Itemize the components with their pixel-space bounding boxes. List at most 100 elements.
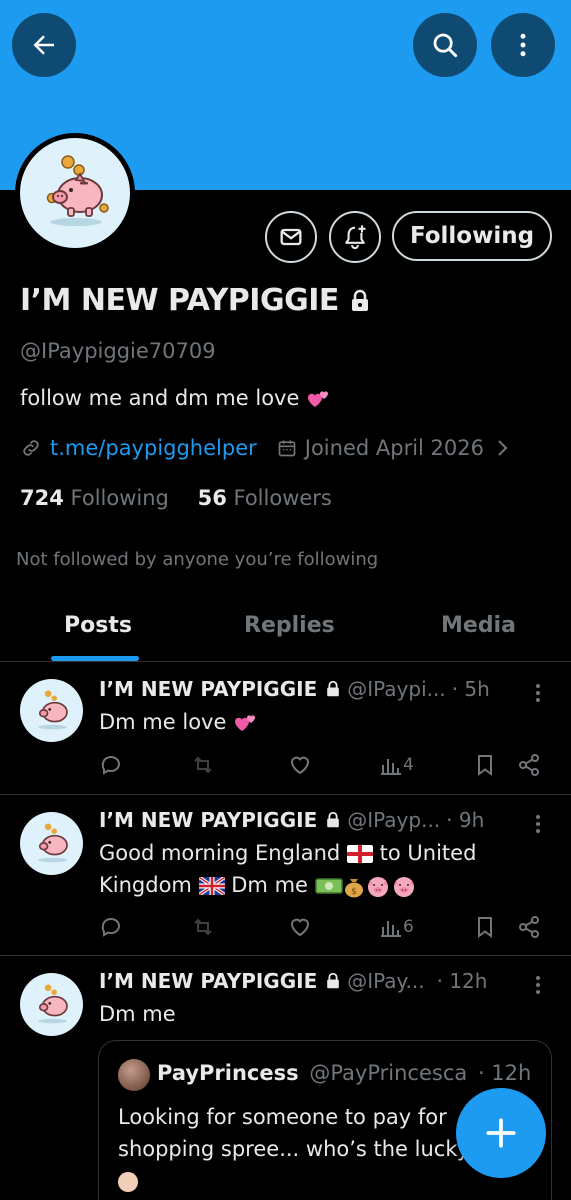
quote-text-line2: shopping spree... who’s the lucky — [118, 1137, 470, 1161]
post-text-line1: Good morning England — [99, 841, 341, 865]
quote-author-handle: @PayPrincesca — [309, 1061, 468, 1085]
bookmark-button[interactable] — [473, 753, 497, 777]
follow-counts: 724 Following 56 Followers — [20, 486, 332, 510]
piggy-bank-icon — [37, 983, 68, 1023]
compose-button[interactable] — [456, 1088, 546, 1178]
tab-media[interactable]: Media — [441, 613, 516, 638]
lock-icon — [327, 680, 340, 697]
pig-face-icon — [393, 877, 414, 897]
back-button[interactable] — [12, 13, 76, 77]
post-author-handle[interactable]: @IPayp... — [347, 808, 440, 832]
share-icon — [519, 754, 539, 776]
piggy-bank-icon — [37, 689, 68, 729]
lock-icon — [327, 972, 340, 989]
quote-avatar — [118, 1059, 150, 1091]
views-chart-icon — [381, 759, 401, 775]
post-header: I’M NEW PAYPIGGIE @IPaypi... · 5h — [99, 677, 490, 701]
repost-icon — [194, 918, 212, 936]
post-more-icon[interactable] — [530, 682, 546, 704]
profile-handle: @IPaypiggie70709 — [20, 339, 216, 363]
reply-button[interactable] — [99, 915, 123, 939]
link-icon — [23, 440, 39, 456]
lock-icon — [327, 811, 340, 828]
not-followed-notice: Not followed by anyone you’re following — [16, 549, 379, 570]
post-author-handle[interactable]: @IPay... — [347, 969, 424, 993]
display-name-text: I’M NEW PAYPIGGIE — [20, 283, 339, 318]
post-text: Dm me — [99, 1002, 176, 1026]
profile-avatar[interactable] — [15, 133, 135, 253]
message-button[interactable] — [265, 211, 317, 263]
profile-bio: follow me and dm me love — [20, 386, 332, 411]
england-flag-icon — [346, 845, 373, 863]
plus-icon — [486, 1118, 516, 1148]
post-actions: 6 — [99, 915, 549, 941]
profile-tabs: Posts Replies Media — [0, 600, 571, 662]
bookmark-button[interactable] — [473, 915, 497, 939]
post-item[interactable]: I’M NEW PAYPIGGIE @IPayp... · 9h Good mo… — [0, 795, 571, 956]
money-bill-icon — [314, 878, 343, 894]
post-more-icon[interactable] — [530, 974, 546, 996]
arrow-left-icon — [33, 35, 54, 55]
post-avatar[interactable] — [20, 812, 83, 875]
tab-replies[interactable]: Replies — [244, 613, 335, 638]
share-button[interactable] — [517, 753, 541, 777]
repost-icon — [194, 756, 212, 774]
share-icon — [519, 916, 539, 938]
repost-button — [191, 753, 215, 777]
following-label: Following — [70, 486, 169, 510]
post-author-name[interactable]: I’M NEW PAYPIGGIE — [99, 808, 317, 832]
piggy-bank-icon — [37, 822, 68, 862]
quote-author-name: PayPrincess — [157, 1061, 299, 1085]
views-count: 6 — [403, 917, 414, 937]
profile-link[interactable]: t.me/paypigghelper — [50, 436, 257, 460]
search-icon — [433, 33, 458, 58]
tab-posts[interactable]: Posts — [64, 613, 132, 638]
bell-plus-icon — [345, 225, 366, 250]
heart-icon — [290, 918, 310, 937]
quote-header: PayPrincess @PayPrincesca · 12h — [157, 1061, 531, 1085]
share-button[interactable] — [517, 915, 541, 939]
vertical-dots-icon — [520, 33, 526, 57]
repost-button — [191, 915, 215, 939]
bookmark-icon — [478, 917, 492, 938]
post-text-content: Dm me love — [99, 710, 227, 734]
post-avatar[interactable] — [20, 679, 83, 742]
quote-text-line1: Looking for someone to pay for — [118, 1105, 447, 1129]
more-options-button[interactable] — [491, 13, 555, 77]
post-author-name[interactable]: I’M NEW PAYPIGGIE — [99, 969, 317, 993]
views-button[interactable]: 6 — [379, 915, 414, 939]
post-item[interactable]: I’M NEW PAYPIGGIE @IPaypi... · 5h Dm me … — [0, 662, 571, 795]
joined-date: Joined April 2026 — [304, 436, 484, 460]
post-time: · 9h — [446, 808, 485, 832]
post-more-icon[interactable] — [530, 813, 546, 835]
like-button[interactable] — [288, 915, 312, 939]
views-button[interactable]: 4 — [379, 753, 414, 777]
notifications-button[interactable] — [329, 211, 381, 263]
svg-text:$: $ — [351, 887, 357, 897]
profile-display-name: I’M NEW PAYPIGGIE — [20, 283, 371, 318]
reply-button[interactable] — [99, 753, 123, 777]
post-avatar[interactable] — [20, 973, 83, 1036]
money-bag-icon: $ — [344, 879, 363, 898]
post-text: Dm me love — [99, 706, 539, 738]
search-button[interactable] — [413, 13, 477, 77]
active-tab-indicator — [51, 656, 139, 661]
two-hearts-icon — [235, 715, 256, 731]
post-author-handle[interactable]: @IPaypi... — [347, 677, 445, 701]
post-header: I’M NEW PAYPIGGIE @IPay... · 12h — [99, 969, 487, 993]
followers-count-link[interactable]: 56 Followers — [198, 486, 332, 510]
chevron-right-icon[interactable] — [496, 438, 510, 458]
views-chart-icon — [381, 921, 401, 937]
following-button[interactable]: Following — [392, 211, 552, 261]
reply-icon — [101, 918, 121, 937]
like-button[interactable] — [288, 753, 312, 777]
mail-icon — [280, 228, 302, 246]
following-count-link[interactable]: 724 Following — [20, 486, 169, 510]
bookmark-icon — [478, 755, 492, 776]
followers-count: 56 — [197, 486, 227, 510]
pig-face-icon — [367, 877, 388, 897]
post-text-line1b: to United — [379, 841, 477, 865]
post-author-name[interactable]: I’M NEW PAYPIGGIE — [99, 677, 317, 701]
uk-flag-icon — [198, 877, 225, 895]
following-count: 724 — [20, 486, 64, 510]
